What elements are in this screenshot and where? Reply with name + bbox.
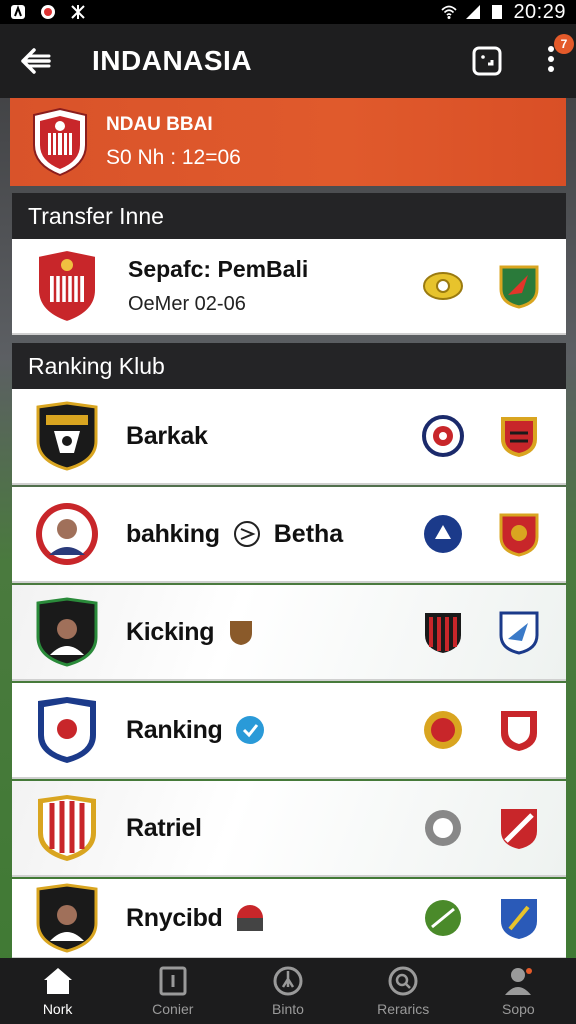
- club-crest-icon: [38, 795, 96, 861]
- transfer-title: Sepafc: PemBali: [128, 256, 309, 282]
- chart-circle-icon: [273, 966, 303, 996]
- club-name: Kicking: [126, 617, 215, 646]
- gold-emblem-icon: [423, 272, 463, 300]
- search-circle-icon: [388, 966, 418, 996]
- club-crest-icon: [36, 597, 98, 667]
- more-menu-button[interactable]: 7: [546, 33, 574, 79]
- shield-badge-icon: [425, 613, 461, 653]
- app-title: INDANASIA: [92, 45, 253, 76]
- nav-label: Binto: [272, 1001, 304, 1017]
- round-crest-icon: [424, 515, 462, 553]
- club-mini-icon: [233, 521, 260, 547]
- fullscreen-icon[interactable]: [472, 46, 502, 76]
- player-avatar-icon: [36, 503, 98, 565]
- shield-badge-icon: [501, 899, 537, 939]
- club-row[interactable]: bahking Betha: [12, 487, 566, 583]
- section-header-transfer: Transfer Inne: [12, 193, 566, 239]
- status-time: 20:29: [513, 0, 566, 23]
- club-row[interactable]: Ratriel: [12, 781, 566, 877]
- club-mini-icon: [235, 716, 264, 744]
- round-crest-icon: [422, 415, 464, 457]
- back-arrow-icon[interactable]: [20, 47, 52, 75]
- signal-icon: [466, 5, 481, 19]
- club-mini-icon: [230, 621, 253, 645]
- club-crest-icon: [33, 107, 87, 177]
- club-mini-icon: [236, 905, 263, 931]
- app-bar: INDANASIA 7: [0, 24, 576, 98]
- club-row[interactable]: Ranking: [12, 683, 566, 779]
- nav-item-conier[interactable]: Conier: [118, 965, 228, 1017]
- shield-badge-icon: [501, 809, 537, 849]
- club-crest-icon: [37, 248, 97, 324]
- nav-item-binto[interactable]: Binto: [233, 965, 343, 1017]
- section-header-ranking: Ranking Klub: [12, 343, 566, 389]
- match-banner[interactable]: NDAU BBAI S0 Nh : 12=06: [10, 98, 566, 186]
- club-name: bahking: [126, 519, 220, 548]
- app-a-icon: [11, 5, 25, 19]
- club-row[interactable]: Barkak: [12, 389, 566, 485]
- shield-badge-icon: [501, 417, 537, 457]
- wifi-icon: [441, 5, 458, 19]
- record-icon: [41, 5, 55, 19]
- nav-label: Conier: [152, 1001, 194, 1017]
- shield-badge-icon: [501, 711, 537, 751]
- round-crest-icon: [425, 810, 461, 846]
- banner-subtitle: S0 Nh : 12=06: [106, 146, 241, 169]
- profile-icon: [505, 968, 533, 995]
- club-name-secondary: Betha: [273, 519, 344, 548]
- battery-icon: [492, 5, 503, 19]
- shield-badge-icon: [499, 611, 539, 655]
- club-crest-icon: [36, 401, 98, 471]
- nav-label: Rerarics: [377, 1001, 430, 1017]
- transfer-card[interactable]: Sepafc: PemBali OeMer 02-06: [12, 239, 566, 335]
- pattern-icon: [71, 5, 85, 19]
- status-bar: 20:29: [0, 0, 576, 24]
- nav-item-rerarics[interactable]: Rerarics: [348, 965, 458, 1017]
- nav-label: Sopo: [501, 1001, 535, 1017]
- round-crest-icon: [425, 900, 461, 936]
- banner-title: NDAU BBAI: [106, 114, 213, 135]
- club-name: Ranking: [126, 715, 223, 744]
- shield-badge-icon: [499, 513, 539, 557]
- transfer-subtitle: OeMer 02-06: [128, 293, 246, 315]
- home-icon: [43, 968, 72, 994]
- club-row[interactable]: Kicking: [12, 585, 566, 681]
- club-row[interactable]: Rnycibd: [12, 879, 566, 959]
- nav-label: Nork: [42, 1001, 73, 1017]
- notification-badge: 7: [554, 33, 574, 54]
- bottom-nav: Nork Conier Binto Rerarics Sopo: [0, 958, 576, 1024]
- club-crest-icon: [38, 697, 96, 763]
- club-name: Ratriel: [126, 813, 202, 842]
- club-crest-icon: [36, 883, 98, 953]
- round-crest-icon: [424, 711, 462, 749]
- club-name: Barkak: [126, 421, 208, 450]
- nav-item-home[interactable]: Nork: [3, 965, 113, 1017]
- nav-item-sopo[interactable]: Sopo: [463, 965, 573, 1017]
- square-icon: [159, 966, 187, 996]
- club-name: Rnycibd: [126, 903, 223, 932]
- shield-badge-icon: [499, 265, 539, 309]
